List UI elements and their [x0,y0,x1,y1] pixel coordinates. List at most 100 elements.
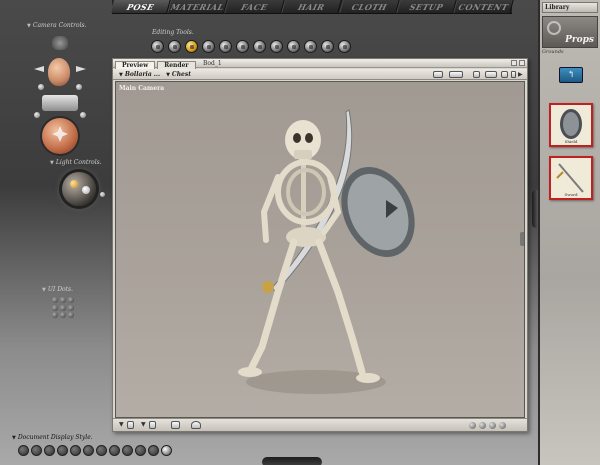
animation-drawer-handle[interactable] [262,457,322,465]
light-handle-icon[interactable] [70,180,78,188]
document-titlebar[interactable]: Preview Render Bod_1 [113,59,527,69]
tab-material[interactable]: MATERIAL [167,0,229,13]
display-style-button[interactable] [57,445,68,456]
scale-icon[interactable] [219,40,232,53]
figure-select[interactable]: ▼ Bollaria ... [119,71,160,78]
camera-left-arrow-icon[interactable] [34,66,44,72]
grouping-icon[interactable] [287,40,300,53]
ui-dot[interactable] [68,304,74,311]
rotate-icon[interactable] [151,40,164,53]
light-handle-icon[interactable] [82,186,90,194]
library-title[interactable]: Library [542,2,598,13]
library-category-header[interactable]: Props [542,16,598,48]
tab-pose[interactable]: POSE [110,0,171,13]
display-style-button[interactable] [70,445,81,456]
light-sphere-icon[interactable] [62,172,96,206]
color-icon[interactable] [270,40,283,53]
taper-icon[interactable] [236,40,249,53]
add-light-icon[interactable] [100,192,105,197]
move-view-icon[interactable] [485,71,497,78]
library-item-sword[interactable]: Sword [549,156,593,200]
display-style-button[interactable] [109,445,120,456]
camera-scale-dot-icon[interactable] [80,112,86,118]
twist-icon[interactable] [168,40,181,53]
tab-cloth[interactable]: CLOTH [338,0,400,13]
document-display-style-label[interactable]: ▼ Document Display Style. [12,434,93,441]
camera-scale-dot-icon[interactable] [34,112,40,118]
ui-dots-label[interactable]: ▼ UI Dots. [42,286,73,293]
body-part-select[interactable]: ▼ Chest [166,71,191,78]
ui-dot[interactable] [60,304,66,311]
3d-viewport[interactable]: Main Camera [115,81,525,418]
depth-cue-icon[interactable] [501,71,508,78]
display-style-button-selected[interactable] [161,445,172,456]
ui-dot[interactable] [52,304,58,311]
play-arrow-icon[interactable]: ▶ [518,71,523,78]
ui-dot[interactable] [60,297,66,303]
select-camera-hands-icon[interactable] [52,36,68,50]
camera-move-cross-icon[interactable] [42,95,78,111]
compare-render-icon[interactable] [449,71,463,78]
camera-controls-label[interactable]: ▼ Camera Controls. [27,22,86,29]
display-style-button[interactable] [148,445,159,456]
display-style-button[interactable] [122,445,133,456]
light-controls-label[interactable]: ▼ Light Controls. [50,159,102,166]
render-settings-icon[interactable] [433,71,443,78]
face-camera-icon[interactable] [48,58,70,86]
option-dot-icon[interactable] [469,422,476,429]
light-controls-text: Light Controls. [55,159,102,166]
chain-break-icon[interactable] [253,40,266,53]
room-tabs: POSE MATERIAL FACE HAIR CLOTH SETUP CONT… [110,0,514,14]
camera-dot-icon[interactable] [76,84,82,90]
display-style-button[interactable] [18,445,29,456]
tab-render[interactable]: Render [157,61,196,69]
display-style-button[interactable] [44,445,55,456]
library-item-shield[interactable]: Shield [549,103,593,147]
tab-content[interactable]: CONTENT [453,0,514,13]
ui-dot[interactable] [68,312,74,319]
viewport-scroll-handle[interactable] [520,232,524,246]
tab-hair[interactable]: HAIR [281,0,343,13]
ui-dot[interactable] [52,312,58,319]
menu-triangle-icon[interactable]: ▼ [141,421,146,428]
direct-manipulation-icon[interactable] [338,40,351,53]
display-style-button[interactable] [135,445,146,456]
tab-preview[interactable]: Preview [115,61,156,69]
camera-trackball-icon[interactable] [42,118,78,154]
tab-face[interactable]: FACE [224,0,286,13]
ui-dot[interactable] [52,297,58,303]
document-title: Bod_1 [203,60,222,67]
display-style-button[interactable] [31,445,42,456]
ui-dot[interactable] [68,297,74,303]
option-dot-icon[interactable] [489,422,496,429]
ground-icon[interactable] [149,421,156,429]
camera-view-icon[interactable] [473,71,480,78]
collapse-triangle-icon: ▼ [12,435,16,441]
display-style-button[interactable] [83,445,94,456]
folder-up-icon[interactable]: ↰ [559,67,583,83]
tab-setup[interactable]: SETUP [395,0,457,13]
minimize-icon[interactable] [511,60,517,66]
view-magnifier-icon[interactable] [304,40,317,53]
camera-right-arrow-icon[interactable] [76,66,86,72]
ui-dot[interactable] [60,312,66,319]
props-ring-icon [547,21,561,35]
maximize-icon[interactable] [519,60,525,66]
display-style-button[interactable] [96,445,107,456]
option-dot-icon[interactable] [479,422,486,429]
camera-controls-text: Camera Controls. [32,22,87,29]
library-category-name: Props [565,35,594,45]
shield-thumbnail-icon [560,109,582,139]
translate-icon[interactable] [185,40,198,53]
morphing-tool-icon[interactable] [321,40,334,53]
camera-dot-icon[interactable] [38,84,44,90]
translate-in-out-icon[interactable] [202,40,215,53]
dropdown-triangle-icon: ▼ [119,71,123,78]
skeleton-figure[interactable] [116,82,525,418]
option-dot-icon[interactable] [499,422,506,429]
figure-icon[interactable] [127,421,134,429]
flip-icon[interactable] [171,421,180,429]
light-bulb-icon[interactable] [191,421,201,429]
scroll-view-icon[interactable] [511,71,516,78]
menu-triangle-icon[interactable]: ▼ [119,421,124,428]
